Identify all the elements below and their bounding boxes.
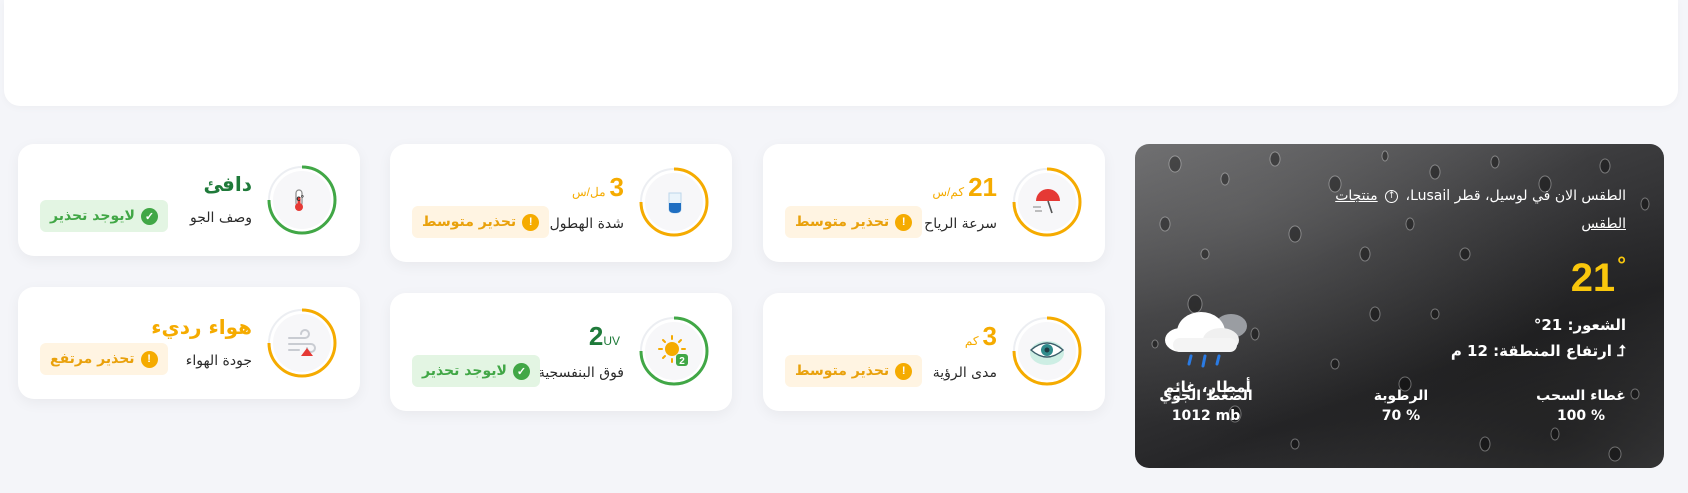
desc-word: دافئ (203, 172, 252, 196)
source-link-line2[interactable]: الطقس (1581, 216, 1626, 232)
rain-cloud-icon (1165, 312, 1247, 368)
feels-like: الشعور: 21° (1533, 316, 1626, 334)
visibility-label: مدى الرؤية (932, 365, 997, 381)
desc-ring: °c (266, 164, 338, 236)
precip-unit: مل/س (572, 185, 606, 199)
uv-status-badge: ✓ لايوجد تحذير (412, 355, 540, 387)
uv-number: 2 (588, 321, 604, 351)
badge-text: لايوجد تحذير (50, 208, 135, 224)
top-panel (4, 0, 1678, 106)
stat-pressure: الضغط الجوي 1012 mb (1156, 388, 1256, 424)
exclamation-icon: ! (522, 213, 540, 231)
exclamation-icon: ! (140, 350, 158, 368)
stat-label: الرطوبة (1373, 388, 1429, 404)
desc-status-badge: ✓ لايوجد تحذير (40, 200, 168, 232)
thermometer-icon: °c (295, 189, 304, 211)
check-icon: ✓ (140, 207, 158, 225)
svg-text:2: 2 (679, 356, 685, 367)
visibility-value: 3كم (965, 321, 997, 352)
weather-location: الطقس الان في لوسيل، قطر Lusail، ↑ منتجا… (1326, 182, 1626, 238)
temperature-value: 21 (1570, 256, 1616, 300)
badge-text: تحذير متوسط (795, 214, 890, 230)
wind-ring (1011, 166, 1083, 238)
arrow-up-circle-icon: ↑ (1385, 189, 1399, 203)
badge-text: لايوجد تحذير (422, 363, 507, 379)
wind-unit: كم/س (932, 185, 965, 199)
stat-value: 1012 mb (1171, 408, 1241, 424)
location-text: الطقس الان في لوسيل، قطر (1454, 188, 1626, 204)
water-drop-icon (668, 192, 682, 214)
check-icon: ✓ (512, 362, 530, 380)
stat-value: 100 % (1556, 408, 1606, 424)
card-visibility: 3كم مدى الرؤية ! تحذير متوسط (763, 293, 1105, 411)
current-temperature: 21° (1570, 252, 1626, 301)
degree-symbol: ° (1617, 252, 1626, 277)
stat-humidity: الرطوبة 70 % (1361, 388, 1441, 424)
eye-icon (1029, 341, 1065, 365)
badge-text: تحذير مرتفع (50, 351, 135, 367)
card-wind-speed: 21كم/س سرعة الرياح ! تحذير متوسط (763, 144, 1105, 262)
weather-stats: غطاء السحب 100 % الرطوبة 70 % الضغط الجو… (1159, 388, 1626, 448)
desc-label: وصف الجو (189, 210, 252, 226)
exclamation-icon: ! (895, 362, 913, 380)
visibility-number: 3 (982, 321, 997, 351)
badge-text: تحذير متوسط (795, 363, 890, 379)
wind-label: سرعة الرياح (924, 216, 997, 232)
precip-value: 3مل/س (572, 172, 624, 203)
umbrella-wind-icon (1033, 189, 1060, 214)
elevation: ⮥ ارتفاع المنطقة: 12 م (1451, 342, 1626, 360)
visibility-warning-badge: ! تحذير متوسط (785, 355, 923, 387)
card-weather-description: °c دافئ وصف الجو ✓ لايوجد تحذير (18, 144, 360, 256)
stat-label: غطاء السحب (1536, 388, 1626, 404)
uv-unit: UV (603, 334, 620, 348)
air-ring (266, 307, 338, 379)
precip-label: شدة الهطول (549, 216, 624, 232)
wind-warning-badge: ! تحذير متوسط (785, 206, 923, 238)
uv-value: 2UV (589, 321, 624, 352)
stat-label: الضغط الجوي (1159, 388, 1253, 404)
elevation-text: ارتفاع المنطقة: 12 م (1450, 342, 1612, 360)
desc-value: دافئ (203, 172, 252, 196)
air-word: هواء رديء (151, 315, 252, 339)
sun-uv-icon: 2 (658, 335, 688, 367)
precip-warning-badge: ! تحذير متوسط (412, 206, 550, 238)
card-precipitation: 3مل/س شدة الهطول ! تحذير متوسط (390, 144, 732, 262)
elevation-arrow-icon: ⮥ (1617, 342, 1626, 360)
uv-label: فوق البنفسجية (537, 365, 624, 381)
wind-value: 21كم/س (932, 172, 997, 203)
source-link[interactable]: منتجات (1335, 188, 1377, 204)
visibility-unit: كم (964, 334, 979, 348)
air-quality-icon (288, 329, 316, 356)
stat-cloud-cover: غطاء السحب 100 % (1536, 388, 1626, 424)
card-uv-index: 2 2UV فوق البنفسجية ✓ لايوجد تحذير (390, 293, 732, 411)
card-air-quality: هواء رديء جودة الهواء ! تحذير مرتفع (18, 287, 360, 399)
current-weather-card: الطقس الان في لوسيل، قطر Lusail، ↑ منتجا… (1135, 144, 1664, 468)
stat-value: 70 % (1381, 408, 1421, 424)
precip-number: 3 (609, 172, 624, 202)
svg-text:°c: °c (296, 194, 304, 203)
uv-ring: 2 (638, 315, 710, 387)
wind-number: 21 (968, 172, 997, 202)
air-warning-badge: ! تحذير مرتفع (40, 343, 168, 375)
visibility-ring (1011, 315, 1083, 387)
place-text: Lusail، (1405, 188, 1451, 204)
badge-text: تحذير متوسط (422, 214, 517, 230)
air-label: جودة الهواء (185, 353, 252, 369)
weather-condition: أمطار، غائم (1142, 302, 1272, 396)
air-value: هواء رديء (151, 315, 252, 339)
precip-ring (638, 166, 710, 238)
exclamation-icon: ! (895, 213, 913, 231)
